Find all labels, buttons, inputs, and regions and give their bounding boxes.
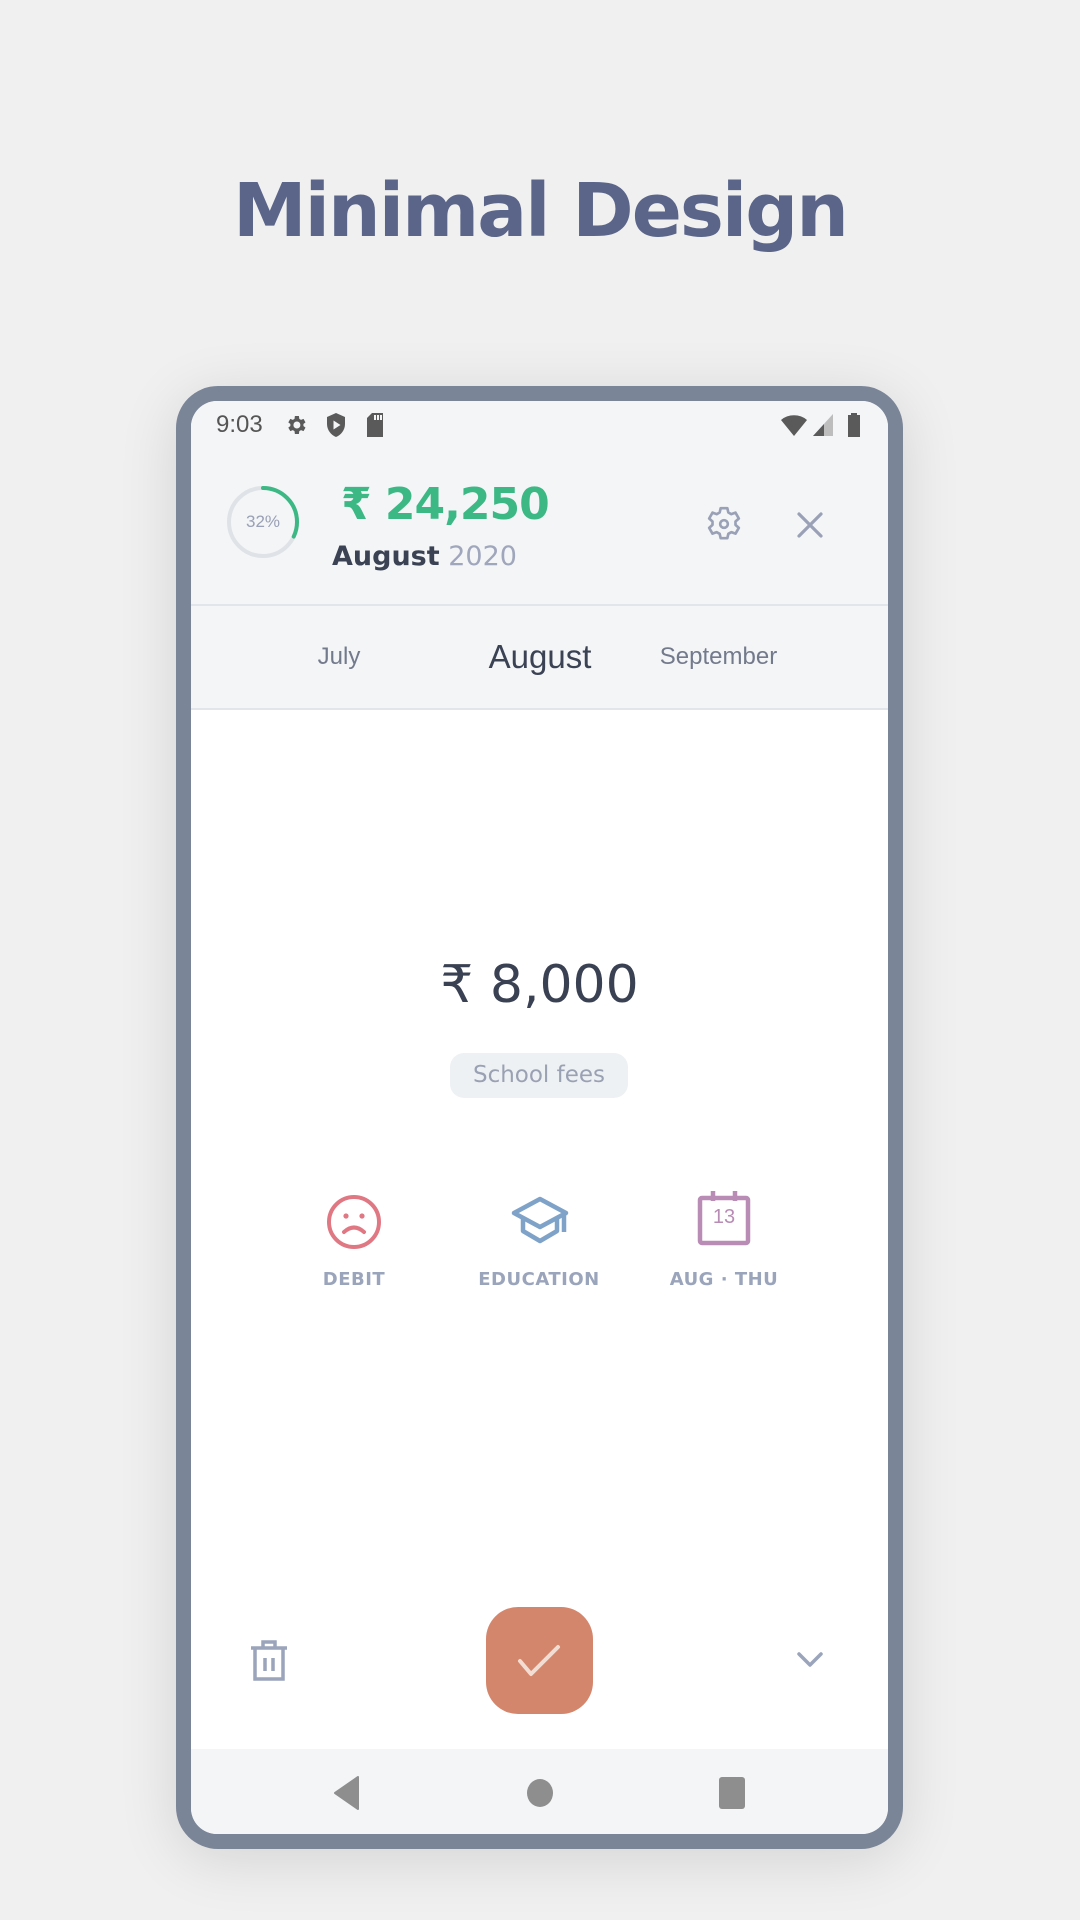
tab-september[interactable]: September bbox=[631, 606, 806, 708]
recents-icon[interactable] bbox=[718, 1776, 746, 1810]
attribute-date[interactable]: 13 AUG · THU bbox=[664, 1181, 784, 1291]
sd-card-icon bbox=[367, 413, 383, 437]
tab-july[interactable]: July bbox=[279, 606, 399, 708]
back-icon[interactable] bbox=[332, 1775, 360, 1811]
close-icon[interactable] bbox=[796, 511, 824, 539]
battery-icon bbox=[848, 413, 860, 437]
calendar-day: 13 bbox=[712, 1206, 736, 1228]
header-month: August bbox=[332, 541, 440, 572]
transaction-note-chip[interactable]: School fees bbox=[450, 1053, 628, 1098]
tab-august[interactable]: August bbox=[459, 606, 621, 708]
transaction-amount: ₹ 8,000 bbox=[440, 955, 639, 1015]
phone-screen: 9:03 32% ₹ 24,250 August 2020 July Augus… bbox=[191, 401, 888, 1834]
attribute-label: DEBIT bbox=[322, 1269, 386, 1290]
attribute-label: EDUCATION bbox=[478, 1269, 600, 1290]
sad-face-icon bbox=[327, 1195, 381, 1249]
month-tabs: July August September bbox=[191, 606, 888, 710]
check-icon bbox=[518, 1645, 560, 1676]
settings-gear-icon[interactable] bbox=[704, 504, 744, 544]
system-nav-bar bbox=[191, 1749, 888, 1834]
header-year: 2020 bbox=[448, 541, 517, 572]
attribute-label: AUG · THU bbox=[669, 1269, 779, 1290]
wifi-icon bbox=[781, 415, 807, 436]
trash-icon[interactable] bbox=[249, 1639, 289, 1681]
summary-header: 32% ₹ 24,250 August 2020 bbox=[191, 449, 888, 606]
shield-play-icon bbox=[327, 413, 345, 437]
signal-icon bbox=[813, 414, 833, 436]
graduation-cap-icon bbox=[511, 1196, 569, 1244]
status-bar: 9:03 bbox=[191, 401, 888, 449]
home-icon[interactable] bbox=[526, 1778, 554, 1808]
attribute-category[interactable]: EDUCATION bbox=[474, 1181, 604, 1291]
chevron-down-icon[interactable] bbox=[796, 1651, 824, 1669]
status-time: 9:03 bbox=[216, 411, 263, 438]
attribute-debit[interactable]: DEBIT bbox=[299, 1181, 409, 1291]
confirm-button[interactable] bbox=[486, 1607, 593, 1714]
page-title: Minimal Design bbox=[233, 168, 849, 254]
total-amount: ₹ 24,250 bbox=[341, 479, 550, 530]
gear-icon bbox=[288, 416, 306, 434]
progress-label: 32% bbox=[245, 512, 281, 531]
